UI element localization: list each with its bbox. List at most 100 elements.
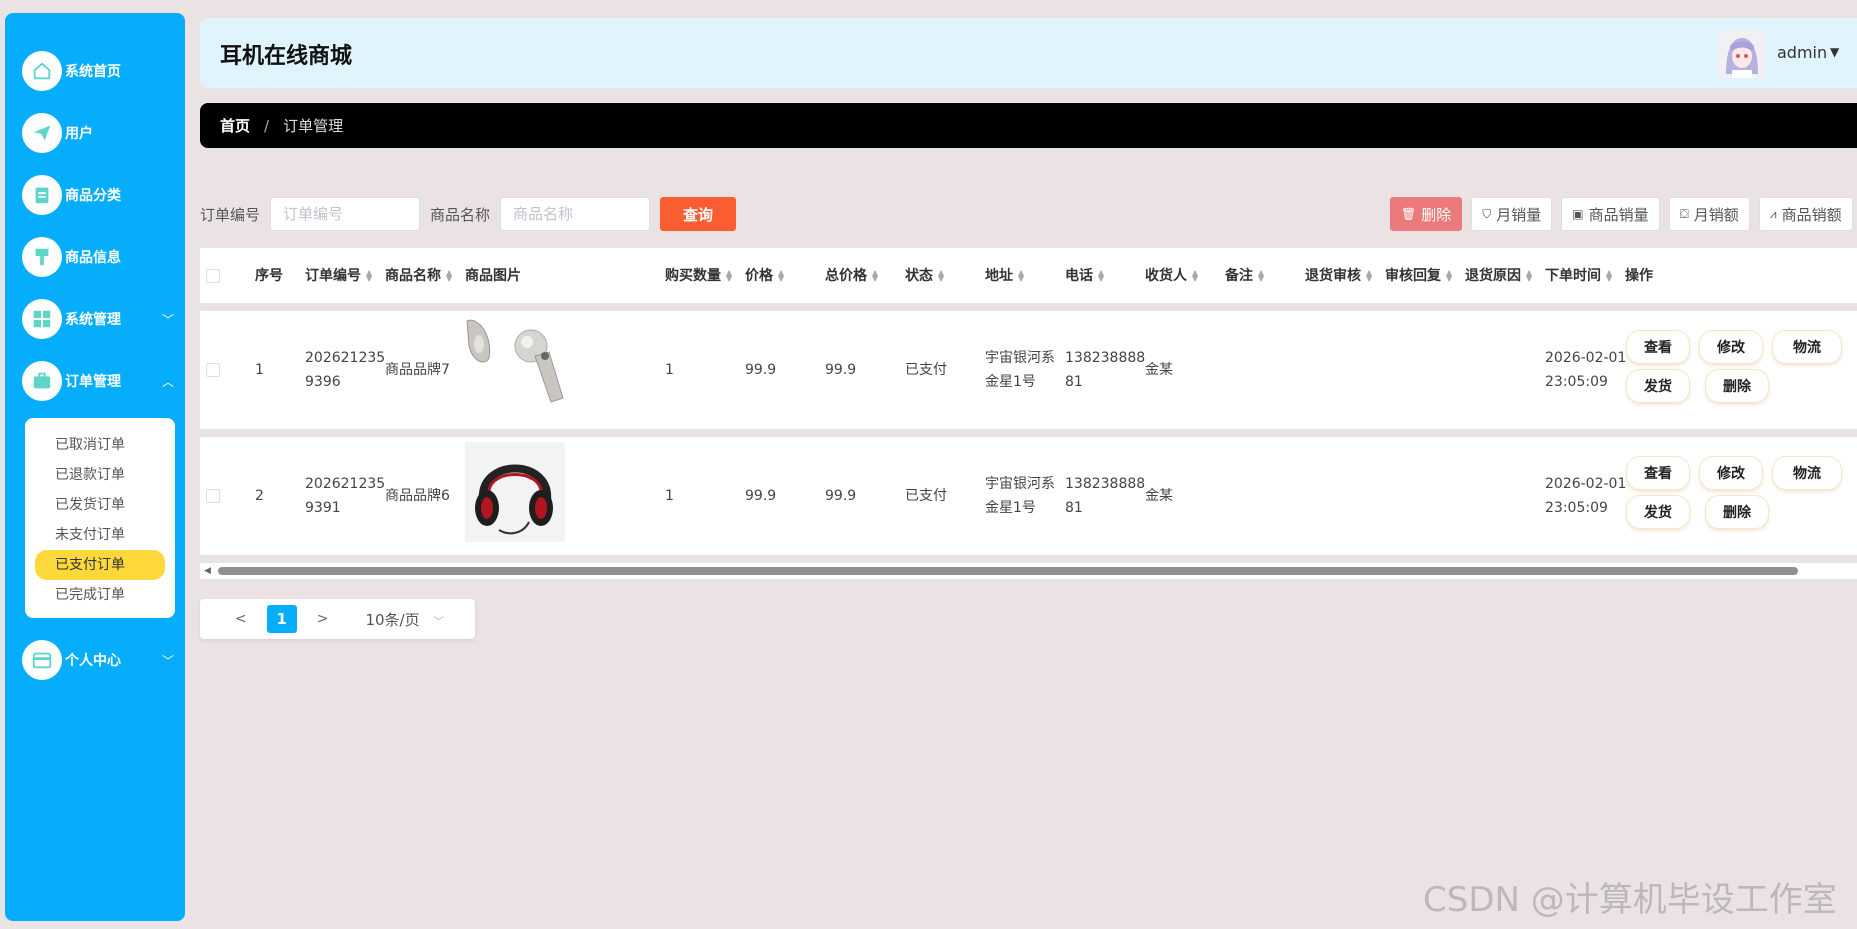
clipboard-icon xyxy=(22,175,62,215)
sort-icon[interactable]: ▲ ▼ xyxy=(446,268,452,282)
scroll-thumb[interactable] xyxy=(218,567,1798,575)
sort-icon[interactable]: ▲ ▼ xyxy=(1018,268,1024,282)
sort-icon[interactable]: ▲ ▼ xyxy=(778,268,784,282)
sort-icon[interactable]: ▲ ▼ xyxy=(1098,268,1104,282)
chevron-down-icon: ﹀ xyxy=(433,616,444,628)
caret-down-icon[interactable]: ▼ xyxy=(1830,45,1839,59)
sidebar-item-label: 用户 xyxy=(65,126,93,142)
column-header[interactable]: 地址 ▲ ▼ xyxy=(985,264,1024,288)
sort-icon[interactable]: ▲ ▼ xyxy=(1366,268,1372,282)
order-no-input[interactable] xyxy=(270,197,421,231)
horizontal-scrollbar[interactable]: ◀ xyxy=(200,563,1857,579)
monthly-revenue-button[interactable]: ⛋ 月销额 xyxy=(1668,197,1750,231)
column-header[interactable]: 审核回复 ▲ ▼ xyxy=(1385,264,1452,288)
sidebar-item-label: 商品分类 xyxy=(65,188,121,204)
product-sales-button[interactable]: ▣ 商品销量 xyxy=(1561,197,1660,231)
sidebar-item-users[interactable]: 用户 xyxy=(22,112,93,154)
order-no-label: 订单编号 xyxy=(200,205,261,224)
cell-order-no: 202621235 9396 xyxy=(305,350,386,390)
cell-status: 已支付 xyxy=(905,488,947,504)
view-button[interactable]: 查看 xyxy=(1626,456,1690,490)
product-name-input[interactable] xyxy=(500,197,651,231)
cell-status: 已支付 xyxy=(905,362,947,378)
sidebar-item-orders[interactable]: 订单管理 ︿ xyxy=(22,360,174,402)
column-header[interactable]: 收货人 ▲ ▼ xyxy=(1145,264,1198,288)
sidebar-item-home[interactable]: 系统首页 xyxy=(22,50,121,92)
submenu-refunded-orders[interactable]: 已退款订单 xyxy=(35,460,165,490)
sort-icon[interactable]: ▲ ▼ xyxy=(1258,268,1264,282)
product-revenue-button[interactable]: ⩘ 商品销额 xyxy=(1758,197,1853,231)
cell-receiver: 金某 xyxy=(1145,362,1173,378)
logistics-button[interactable]: 物流 xyxy=(1772,330,1842,364)
column-header[interactable]: 备注 ▲ ▼ xyxy=(1225,264,1264,288)
column-header[interactable]: 退货审核 ▲ ▼ xyxy=(1305,264,1372,288)
next-page-button[interactable]: > xyxy=(317,611,329,627)
scroll-left-arrow-icon[interactable]: ◀ xyxy=(204,566,211,576)
logistics-button[interactable]: 物流 xyxy=(1772,456,1842,490)
prev-page-button[interactable]: < xyxy=(235,611,247,627)
sort-icon[interactable]: ▲ ▼ xyxy=(872,268,878,282)
cell-price: 99.9 xyxy=(745,488,777,504)
sort-icon[interactable]: ▲ ▼ xyxy=(1446,268,1452,282)
edit-button[interactable]: 修改 xyxy=(1699,456,1763,490)
cell-order-time: 2026-02-01 23:05:09 xyxy=(1545,476,1627,516)
column-header[interactable]: 下单时间 ▲ ▼ xyxy=(1545,264,1612,288)
sort-icon[interactable]: ▲ ▼ xyxy=(1526,268,1532,282)
column-header[interactable]: 商品名称 ▲ ▼ xyxy=(385,264,452,288)
sort-icon[interactable]: ▲ ▼ xyxy=(1192,268,1198,282)
product-image-earbuds[interactable] xyxy=(465,316,565,424)
edit-button[interactable]: 修改 xyxy=(1699,330,1763,364)
column-header[interactable]: 价格 ▲ ▼ xyxy=(745,264,784,288)
view-button[interactable]: 查看 xyxy=(1626,330,1690,364)
sort-icon[interactable]: ▲ ▼ xyxy=(1606,268,1612,282)
product-revenue-label: 商品销额 xyxy=(1781,205,1842,224)
monthly-sales-button[interactable]: ⛉ 月销量 xyxy=(1471,197,1553,231)
monthly-sales-label: 月销量 xyxy=(1496,205,1542,224)
orders-submenu: 已取消订单 已退款订单 已发货订单 未支付订单 已支付订单 已完成订单 xyxy=(25,418,175,618)
query-button[interactable]: 查询 xyxy=(660,197,737,231)
chart-icon: ▣ xyxy=(1572,207,1584,221)
pagination: < 1 > 10条/页 ﹀ xyxy=(200,599,475,639)
breadcrumb-home[interactable]: 首页 xyxy=(220,115,250,136)
table-row: 1 202621235 9396 商品品牌7 1 99.9 99.9 已支付 宇宙… xyxy=(200,311,1857,429)
delete-row-button[interactable]: 删除 xyxy=(1705,495,1769,529)
sort-icon[interactable]: ▲ ▼ xyxy=(726,268,732,282)
delete-row-button[interactable]: 删除 xyxy=(1705,369,1769,403)
column-header[interactable]: 电话 ▲ ▼ xyxy=(1065,264,1104,288)
user-name[interactable]: admin xyxy=(1777,43,1827,62)
column-header[interactable]: 状态 ▲ ▼ xyxy=(905,264,944,288)
site-title: 耳机在线商城 xyxy=(220,44,353,69)
column-header[interactable]: 退货原因 ▲ ▼ xyxy=(1465,264,1532,288)
ship-button[interactable]: 发货 xyxy=(1626,495,1690,529)
submenu-paid-orders[interactable]: 已支付订单 xyxy=(35,550,165,580)
row-checkbox[interactable] xyxy=(206,489,220,503)
page-size-select[interactable]: 10条/页 ﹀ xyxy=(365,609,443,630)
cell-receiver: 金某 xyxy=(1145,488,1173,504)
product-image-headphones[interactable] xyxy=(465,442,565,550)
select-all-checkbox[interactable] xyxy=(206,268,220,283)
avatar[interactable] xyxy=(1718,30,1766,78)
sort-icon[interactable]: ▲ ▼ xyxy=(938,268,944,282)
delete-button[interactable]: 🗑 删除 xyxy=(1390,197,1463,231)
sort-icon[interactable]: ▲ ▼ xyxy=(366,268,372,282)
sidebar-item-profile[interactable]: 个人中心 ﹀ xyxy=(22,639,174,681)
sidebar-item-categories[interactable]: 商品分类 xyxy=(22,174,121,216)
column-header[interactable]: 购买数量 ▲ ▼ xyxy=(665,264,732,288)
sidebar-item-products[interactable]: 商品信息 xyxy=(22,236,121,278)
column-header: 序号 xyxy=(255,267,283,284)
briefcase-icon xyxy=(22,361,62,401)
sidebar-item-label: 商品信息 xyxy=(65,250,121,266)
submenu-shipped-orders[interactable]: 已发货订单 xyxy=(35,490,165,520)
cell-address: 宇宙银河系 金星1号 xyxy=(985,350,1055,390)
cell-product: 商品品牌7 xyxy=(385,362,450,378)
submenu-unpaid-orders[interactable]: 未支付订单 xyxy=(35,520,165,550)
row-checkbox[interactable] xyxy=(206,363,220,377)
column-header[interactable]: 订单编号 ▲ ▼ xyxy=(305,264,372,288)
ship-button[interactable]: 发货 xyxy=(1626,369,1690,403)
page-1-button[interactable]: 1 xyxy=(266,605,297,633)
submenu-cancelled-orders[interactable]: 已取消订单 xyxy=(35,430,165,460)
toolbar: 🗑 删除 ⛉ 月销量 ▣ 商品销量 ⛋ 月销额 ⩘ 商品销额 xyxy=(1390,197,1857,231)
column-header[interactable]: 总价格 ▲ ▼ xyxy=(825,264,878,288)
sidebar-item-system[interactable]: 系统管理 ﹀ xyxy=(22,298,174,340)
submenu-completed-orders[interactable]: 已完成订单 xyxy=(35,580,165,610)
